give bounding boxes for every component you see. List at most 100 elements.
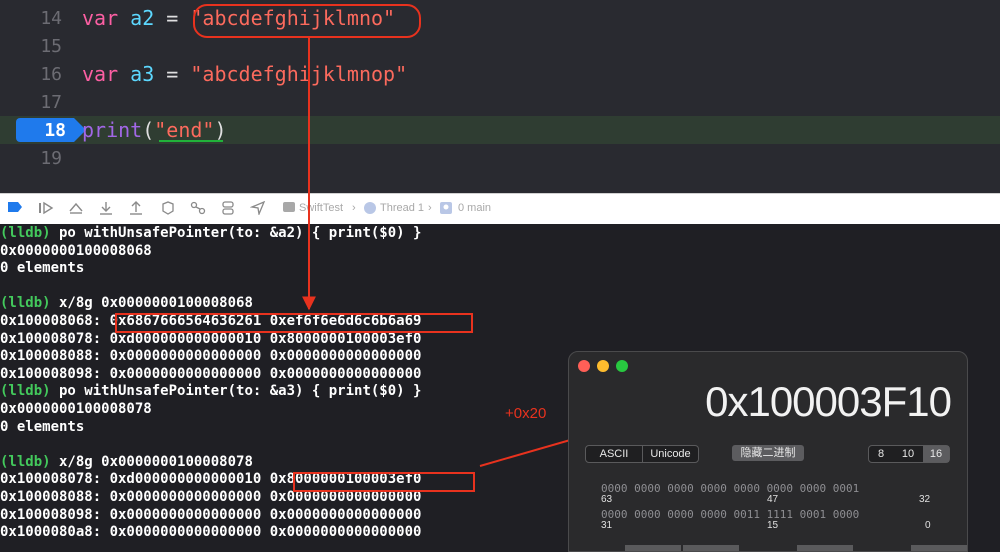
breadcrumb-target[interactable]: SwiftTest bbox=[299, 202, 343, 214]
binary-row-high[interactable]: 0000 0000 0000 0000 0000 0000 0000 0001 bbox=[601, 482, 859, 495]
variable-name: a3 bbox=[130, 62, 155, 86]
zoom-window-button[interactable] bbox=[616, 360, 628, 372]
frame-icon bbox=[439, 201, 453, 217]
console-command-line: (lldb) x/8g 0x0000000100008078 bbox=[0, 453, 253, 471]
operator: = bbox=[154, 6, 191, 30]
calculator-display: 0x100003F10 bbox=[705, 378, 952, 425]
console-output-line: 0x1000080a8: 0x0000000000000000 0x000000… bbox=[0, 523, 421, 541]
unicode-mode-button[interactable]: Unicode bbox=[643, 446, 698, 462]
bit-label: 63 bbox=[601, 494, 613, 505]
console-text: 0x100008098: 0x0000000000000000 0x000000… bbox=[0, 365, 422, 382]
lldb-prompt: (lldb) bbox=[0, 295, 51, 312]
variable-name: a2 bbox=[130, 6, 155, 30]
calculator-key[interactable] bbox=[683, 545, 739, 551]
memory-graph-icon[interactable] bbox=[160, 201, 176, 217]
breadcrumb-frame[interactable]: 0 main bbox=[458, 202, 491, 214]
console-text: x/8g 0x0000000100008068 bbox=[50, 295, 253, 312]
console-output-line: 0 elements bbox=[0, 418, 84, 436]
view-hierarchy-icon[interactable] bbox=[190, 201, 206, 217]
console-command-line: (lldb) po withUnsafePointer(to: &a2) { p… bbox=[0, 224, 421, 242]
calculator-key[interactable] bbox=[911, 545, 967, 551]
bit-label: 0 bbox=[925, 520, 931, 531]
ascii-mode-button[interactable]: ASCII bbox=[586, 446, 643, 462]
breakpoint-indicator[interactable]: 18 bbox=[16, 118, 86, 142]
paren-open: ( bbox=[142, 118, 155, 142]
string-underline bbox=[159, 140, 223, 142]
binary-row-low[interactable]: 0000 0000 0000 0000 0011 1111 0001 0000 bbox=[601, 508, 859, 521]
step-into-icon[interactable] bbox=[98, 201, 114, 217]
console-text: 0x100008098: 0x0000000000000000 0x000000… bbox=[0, 506, 422, 523]
breadcrumb-separator: › bbox=[352, 202, 356, 214]
calculator-key[interactable] bbox=[625, 545, 681, 551]
calculator-key[interactable] bbox=[797, 545, 853, 551]
code-text: var a3 = "abcdefghijklmnop" bbox=[82, 62, 407, 86]
code-line-15[interactable]: 15 bbox=[0, 32, 1000, 60]
console-command-line: (lldb) x/8g 0x0000000100008068 bbox=[0, 294, 253, 312]
line-number: 16 bbox=[40, 64, 62, 85]
environment-icon[interactable] bbox=[220, 201, 236, 217]
breadcrumb-thread[interactable]: Thread 1 bbox=[380, 202, 424, 214]
base-10-button[interactable]: 10 bbox=[894, 446, 922, 462]
minimize-window-button[interactable] bbox=[597, 360, 609, 372]
console-output-line: 0x100008098: 0x0000000000000000 0x000000… bbox=[0, 506, 421, 524]
target-icon bbox=[282, 201, 296, 217]
step-out-icon[interactable] bbox=[128, 201, 144, 217]
continue-icon[interactable] bbox=[38, 201, 54, 217]
code-editor[interactable]: 14 var a2 = "abcdefghijklmno" 15 16 var … bbox=[0, 0, 1000, 193]
line-number: 14 bbox=[40, 8, 62, 29]
thread-icon bbox=[363, 201, 377, 217]
base-8-button[interactable]: 8 bbox=[869, 446, 893, 462]
lldb-prompt: (lldb) bbox=[0, 383, 51, 400]
keyword: var bbox=[82, 6, 119, 30]
line-number: 17 bbox=[40, 92, 62, 113]
console-output-line: 0x0000000100008068 bbox=[0, 242, 152, 260]
bit-label: 31 bbox=[601, 520, 613, 531]
operator: = bbox=[154, 62, 191, 86]
programmer-calculator-window[interactable]: 0x100003F10 ASCII Unicode 隐藏二进制 8 10 16 … bbox=[568, 351, 968, 552]
console-text: po withUnsafePointer(to: &a3) { print($0… bbox=[50, 383, 422, 400]
code-line-18[interactable]: 18 print("end") bbox=[0, 116, 1000, 144]
step-over-icon[interactable] bbox=[68, 201, 84, 217]
line-number: 19 bbox=[40, 148, 62, 169]
bit-label: 32 bbox=[919, 494, 931, 505]
string-literal: "abcdefghijklmnop" bbox=[190, 62, 408, 86]
location-icon[interactable] bbox=[249, 200, 266, 217]
annotation-box-a3-pointer bbox=[293, 472, 475, 492]
breakpoint-icon[interactable] bbox=[7, 201, 23, 217]
debug-toolbar: SwiftTest › Thread 1 › 0 main bbox=[0, 193, 1000, 225]
code-line-19[interactable]: 19 bbox=[0, 144, 1000, 172]
paren-close: ) bbox=[214, 118, 227, 142]
line-number: 15 bbox=[40, 36, 62, 57]
console-text: x/8g 0x0000000100008078 bbox=[50, 453, 253, 470]
base-segmented-control[interactable]: 8 10 16 bbox=[868, 445, 950, 463]
breadcrumb-separator: › bbox=[428, 202, 432, 214]
char-mode-segmented-control[interactable]: ASCII Unicode bbox=[585, 445, 699, 463]
lldb-prompt: (lldb) bbox=[0, 453, 51, 470]
lldb-prompt: (lldb) bbox=[0, 225, 51, 241]
console-text: 0x1000080a8: 0x0000000000000000 0x000000… bbox=[0, 524, 422, 541]
console-output-line: 0x100008088: 0x0000000000000000 0x000000… bbox=[0, 347, 421, 365]
bit-label: 47 bbox=[767, 494, 779, 505]
code-line-16[interactable]: 16 var a3 = "abcdefghijklmnop" bbox=[0, 60, 1000, 88]
console-output-line: 0 elements bbox=[0, 259, 84, 277]
annotation-offset-label: +0x20 bbox=[505, 405, 547, 422]
code-line-14[interactable]: 14 var a2 = "abcdefghijklmno" bbox=[0, 4, 1000, 32]
code-text: print("end") bbox=[82, 118, 227, 142]
console-command-line: (lldb) po withUnsafePointer(to: &a3) { p… bbox=[0, 382, 421, 400]
console-text: 0x0000000100008068 bbox=[0, 242, 152, 259]
console-output-line: 0x100008098: 0x0000000000000000 0x000000… bbox=[0, 365, 421, 383]
annotation-oval-a2-string bbox=[193, 4, 421, 38]
console-text: 0 elements bbox=[0, 260, 85, 277]
function-name: print bbox=[82, 118, 143, 142]
base-16-button[interactable]: 16 bbox=[923, 446, 949, 462]
hide-binary-button[interactable]: 隐藏二进制 bbox=[732, 445, 804, 461]
annotation-box-a2-bytes bbox=[115, 313, 473, 333]
console-text: 0 elements bbox=[0, 418, 85, 435]
line-number: 18 bbox=[44, 120, 66, 141]
keyword: var bbox=[82, 62, 119, 86]
code-line-17[interactable]: 17 bbox=[0, 88, 1000, 116]
close-window-button[interactable] bbox=[578, 360, 590, 372]
console-text: 0x100008088: 0x0000000000000000 0x000000… bbox=[0, 348, 422, 365]
bit-label: 15 bbox=[767, 520, 779, 531]
console-text: po withUnsafePointer(to: &a2) { print($0… bbox=[50, 225, 422, 241]
